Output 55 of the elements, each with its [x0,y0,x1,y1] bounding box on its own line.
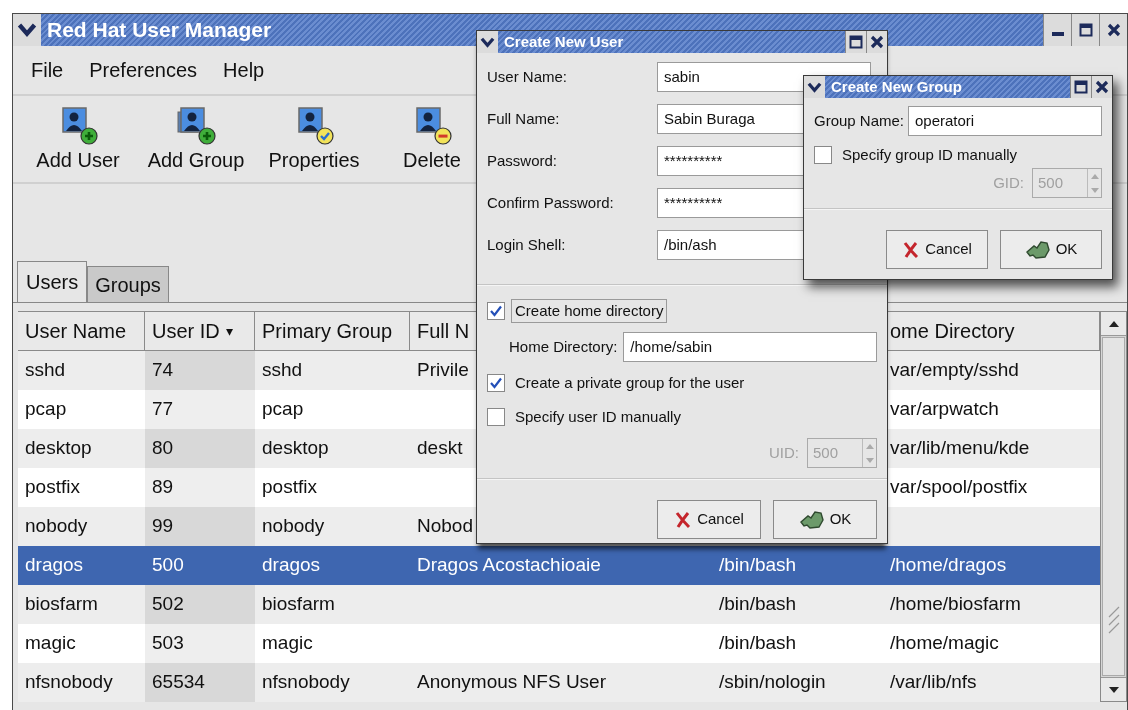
table-cell-text: pcap [25,397,67,422]
table-cell-text: sshd [262,358,303,383]
table-cell-text: 77 [152,397,174,422]
table-cell-text: magic [25,631,76,656]
table-cell-text: var/empty/sshd [890,358,1019,383]
table-cell-text: 80 [152,436,174,461]
table-cell-text: desktop [262,436,329,461]
table-cell-text: 503 [152,631,184,656]
table-cell-text: /home/biosfarm [890,592,1021,617]
table-cell-text: var/lib/menu/kde [890,436,1030,461]
table-cell-text: magic [262,631,313,656]
table-cell-text: /bin/bash [719,592,797,617]
table-cell-text: Nobod [417,514,473,539]
table-cell-text: nfsnobody [262,670,350,695]
table-cell-text: biosfarm [25,592,98,617]
table-cell-text: postfix [262,475,317,500]
table-cell-text: var/arpwatch [890,397,999,422]
table-cell-text: desktop [25,436,92,461]
table-cell-text: 500 [152,553,184,578]
table-cell-text: nobody [25,514,88,539]
table-cell-text: nfsnobody [25,670,113,695]
table-cell-text: Anonymous NFS User [417,670,606,695]
table-cell-text: 89 [152,475,174,500]
table-cell-text: dragos [262,553,321,578]
table-cell-text: /bin/bash [719,631,797,656]
table-cell-text: 65534 [152,670,205,695]
field-label: Home Directory: [509,336,618,357]
field-label: Full Name: [487,108,561,129]
table-cell-text: /var/lib/nfs [890,670,977,695]
field-label: Confirm Password: [487,192,615,213]
table-cell-text: biosfarm [262,592,335,617]
table-cell-text: /sbin/nologin [719,670,826,695]
table-cell-text: deskt [417,436,463,461]
field-label: UID: [769,442,799,463]
field-label: Login Shell: [487,234,567,255]
window-title: Red Hat User Manager [47,17,272,44]
table-cell-text: nobody [262,514,325,539]
table-cell-text: var/spool/postfix [890,475,1028,500]
field-label: GID: [993,172,1024,193]
table-cell-text: /home/dragos [890,553,1007,578]
field-label: Password: [487,150,559,171]
table-cell-text: sshd [25,358,66,383]
sort-indicator: ▾ [225,321,233,341]
field-label: User Name: [487,66,569,87]
table-cell-text: postfix [25,475,80,500]
table-cell-text: Dragos Acostachioaie [417,553,601,578]
table-cell-text: /bin/bash [719,553,797,578]
table-cell-text: dragos [25,553,84,578]
window-title: Create New User [504,31,624,52]
table-cell-text: 99 [152,514,174,539]
table-cell-text: 502 [152,592,184,617]
table-cell-text: 74 [152,358,174,383]
table-cell-text: Privile [417,358,469,383]
table-cell-text: /home/magic [890,631,999,656]
table-cell-text: pcap [262,397,304,422]
